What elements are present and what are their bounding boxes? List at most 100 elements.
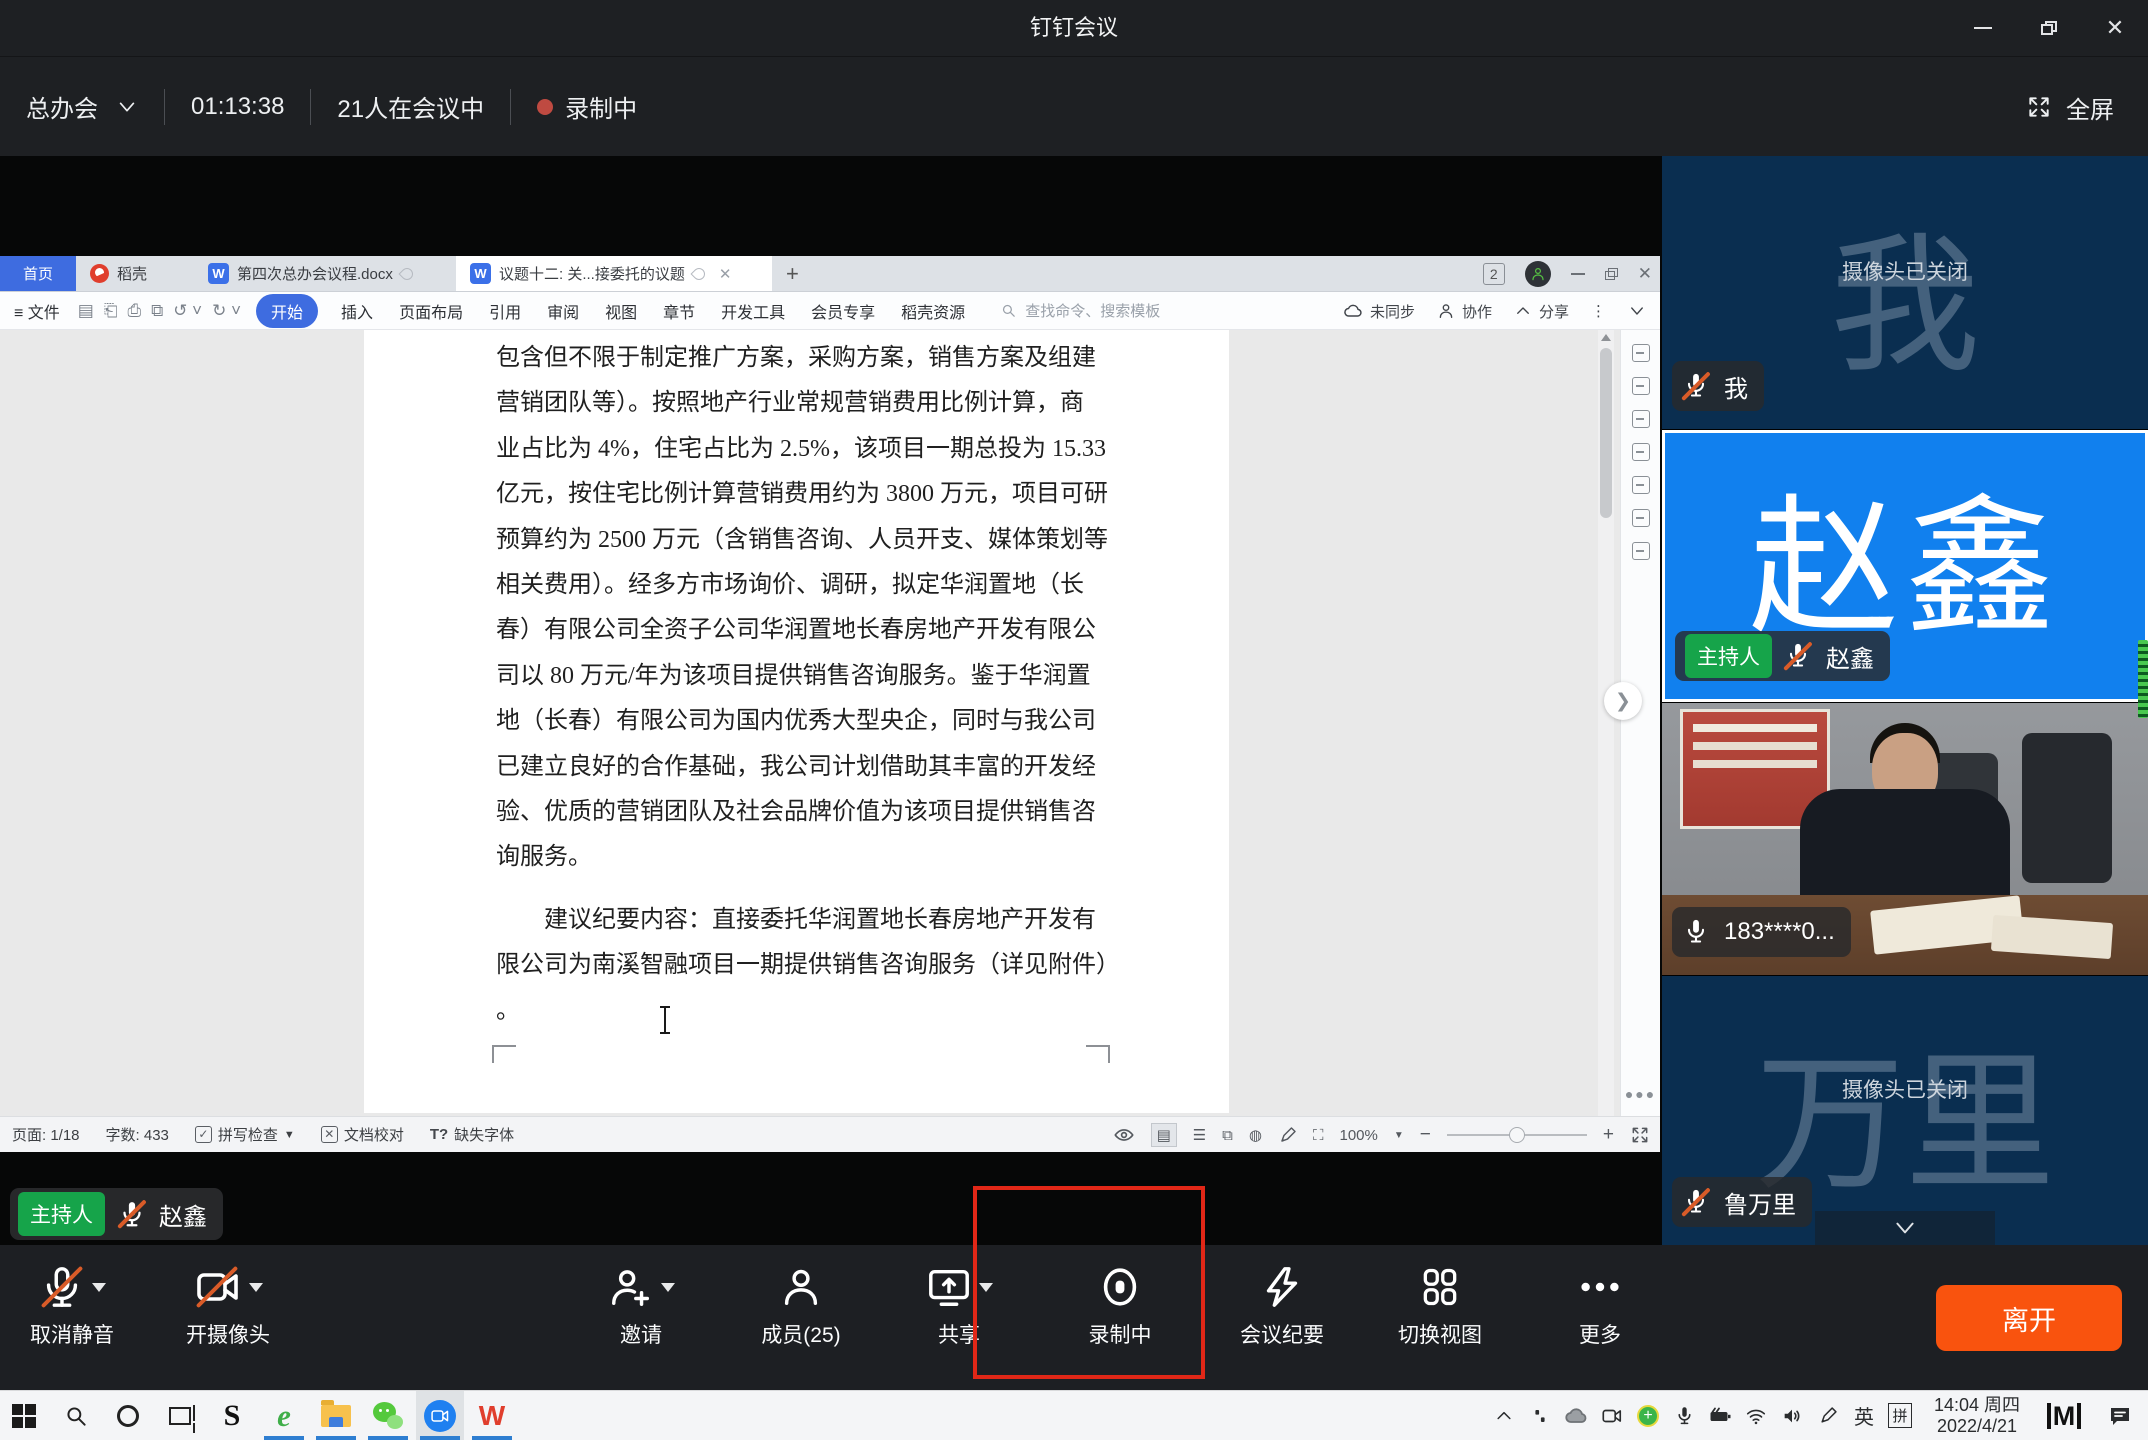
side-tool-icon[interactable] — [1632, 542, 1650, 560]
side-tool-icon[interactable] — [1632, 509, 1650, 527]
scroll-more-participants-button[interactable] — [1815, 1211, 1995, 1245]
wps-tab-document-1[interactable]: W 第四次总办会议程.docx — [194, 256, 456, 291]
document-page[interactable]: 包含但不限于制定推广方案，采购方案，销售方案及组建 营销团队等）。按照地产行业常… — [364, 330, 1229, 1113]
wps-tab-docer[interactable]: 稻壳 — [76, 256, 194, 291]
menu-docer-resources[interactable]: 稻壳资源 — [901, 299, 965, 323]
zoom-percent[interactable]: 100% — [1340, 1127, 1378, 1144]
menu-insert[interactable]: 插入 — [341, 299, 373, 323]
tab-close-icon[interactable]: ✕ — [719, 265, 732, 283]
tray-pen-icon[interactable] — [1810, 1391, 1846, 1440]
action-center-button[interactable] — [2092, 1391, 2148, 1440]
participant-tile-luwanli[interactable]: 万里 摄像头已关闭 鲁万里 — [1662, 976, 2148, 1245]
meeting-name-dropdown[interactable]: 总办会 — [26, 89, 138, 124]
menu-review[interactable]: 审阅 — [547, 299, 579, 323]
side-tool-icon[interactable] — [1632, 476, 1650, 494]
side-tool-icon[interactable] — [1632, 410, 1650, 428]
page-view-mode-active[interactable]: ▤ — [1151, 1123, 1177, 1147]
share-button[interactable]: 分享 — [1514, 301, 1569, 322]
ink-icon[interactable] — [1278, 1126, 1297, 1145]
more-vertical-icon[interactable]: ⋮ — [1591, 302, 1606, 320]
command-search[interactable]: 查找命令、搜索模板 — [1000, 300, 1160, 321]
tray-cloud-icon[interactable] — [1558, 1391, 1594, 1440]
redo-icon[interactable]: ↻ ˅ — [212, 301, 241, 321]
tray-battery-icon[interactable] — [1702, 1391, 1738, 1440]
wps-minimize-icon[interactable] — [1571, 273, 1585, 275]
side-more-icon[interactable]: ●●● — [1621, 1086, 1660, 1102]
internet-explorer-button[interactable]: e — [260, 1391, 308, 1440]
close-button[interactable]: ✕ — [2082, 0, 2148, 56]
new-tab-button[interactable]: + — [772, 256, 813, 291]
wps-tab-home[interactable]: 首页 — [0, 256, 76, 291]
undo-icon[interactable]: ↺ ˅ — [173, 301, 202, 321]
proofread-toggle[interactable]: ✕ 文档校对 — [321, 1124, 404, 1145]
export-icon[interactable]: ⎗ — [104, 301, 118, 321]
members-button[interactable]: 成员(25) — [726, 1259, 876, 1349]
side-tool-icon[interactable] — [1632, 377, 1650, 395]
wps-restore-icon[interactable] — [1605, 268, 1618, 280]
participant-tile-video[interactable]: 183****0... — [1662, 703, 2148, 975]
menu-start-active[interactable]: 开始 — [256, 294, 318, 328]
file-explorer-button[interactable] — [312, 1391, 360, 1440]
tray-settings-icon[interactable] — [1522, 1391, 1558, 1440]
zoom-slider-thumb[interactable] — [1509, 1127, 1525, 1143]
dingtalk-button-active[interactable] — [416, 1391, 464, 1440]
audio-level-scrollbar[interactable] — [2138, 640, 2148, 718]
caret-down-icon[interactable] — [92, 1283, 106, 1292]
menu-file[interactable]: ≡ 文件 — [14, 299, 60, 323]
cloud-sync-button[interactable]: 未同步 — [1343, 301, 1415, 322]
leave-meeting-button[interactable]: 离开 — [1936, 1285, 2122, 1351]
fullscreen-button[interactable]: 全屏 — [2026, 57, 2114, 157]
zoom-out-button[interactable]: − — [1420, 1124, 1431, 1146]
spell-check-toggle[interactable]: ✓ 拼写检查 ▼ — [195, 1124, 295, 1145]
more-button[interactable]: 更多 — [1525, 1259, 1675, 1349]
missing-font-button[interactable]: T? 缺失字体 — [430, 1124, 514, 1145]
menu-member[interactable]: 会员专享 — [811, 299, 875, 323]
outline-view-icon[interactable]: ☰ — [1193, 1126, 1206, 1144]
taskbar-clock[interactable]: 14:04 周四 2022/4/21 — [1918, 1391, 2036, 1440]
menu-view[interactable]: 视图 — [605, 299, 637, 323]
tray-volume-icon[interactable] — [1774, 1391, 1810, 1440]
wps-tab-document-2-active[interactable]: W 议题十二: 关...接委托的议题 ✕ — [456, 256, 772, 291]
maximize-restore-button[interactable] — [2016, 0, 2082, 56]
menu-references[interactable]: 引用 — [489, 299, 521, 323]
fit-page-icon[interactable]: ⛶ — [1313, 1127, 1324, 1144]
start-button[interactable] — [0, 1391, 48, 1440]
taskbar-search-button[interactable] — [52, 1391, 100, 1440]
eye-icon[interactable] — [1113, 1124, 1135, 1146]
menu-page-layout[interactable]: 页面布局 — [399, 299, 463, 323]
menu-section[interactable]: 章节 — [663, 299, 695, 323]
tray-antivirus-icon[interactable]: + — [1630, 1391, 1666, 1440]
camera-on-button[interactable]: 开摄像头 — [153, 1259, 303, 1349]
wps-close-icon[interactable]: ✕ — [1638, 264, 1652, 284]
save-icon[interactable]: ▤ — [78, 301, 94, 321]
collaborate-button[interactable]: 协作 — [1437, 301, 1492, 322]
preview-icon[interactable]: ⧉ — [151, 301, 163, 321]
cortana-button[interactable] — [104, 1391, 152, 1440]
document-scrollbar[interactable] — [1598, 330, 1614, 1116]
zoom-in-button[interactable]: + — [1603, 1124, 1614, 1146]
web-view-icon[interactable]: ◍ — [1249, 1126, 1262, 1144]
task-view-button[interactable] — [156, 1391, 204, 1440]
invite-button[interactable]: 邀请 — [566, 1259, 716, 1349]
fullscreen-doc-icon[interactable] — [1630, 1125, 1650, 1145]
side-tool-icon[interactable] — [1632, 443, 1650, 461]
caret-down-icon[interactable] — [661, 1283, 675, 1292]
pinned-app-button[interactable]: S — [208, 1391, 256, 1440]
tray-microphone-icon[interactable] — [1666, 1391, 1702, 1440]
ime-language-button[interactable]: 英 — [1846, 1391, 1882, 1440]
switch-view-button[interactable]: 切换视图 — [1365, 1259, 1515, 1349]
read-view-icon[interactable]: ⧉ — [1222, 1127, 1233, 1144]
tray-expand-button[interactable] — [1486, 1391, 1522, 1440]
ribbon-collapse-icon[interactable] — [1628, 302, 1646, 320]
participant-tile-host[interactable]: 赵鑫 主持人 赵鑫 — [1662, 430, 2148, 702]
caret-down-icon[interactable] — [249, 1283, 263, 1292]
wechat-button[interactable] — [364, 1391, 412, 1440]
menu-dev-tools[interactable]: 开发工具 — [721, 299, 785, 323]
tray-m-app-icon[interactable]: M — [2036, 1391, 2092, 1440]
zoom-slider[interactable] — [1447, 1134, 1587, 1136]
wps-button[interactable]: W — [468, 1391, 516, 1440]
wps-account-avatar[interactable] — [1525, 261, 1551, 287]
tray-wifi-icon[interactable] — [1738, 1391, 1774, 1440]
meeting-minutes-button[interactable]: 会议纪要 — [1207, 1259, 1357, 1349]
scrollbar-thumb[interactable] — [1600, 348, 1612, 518]
